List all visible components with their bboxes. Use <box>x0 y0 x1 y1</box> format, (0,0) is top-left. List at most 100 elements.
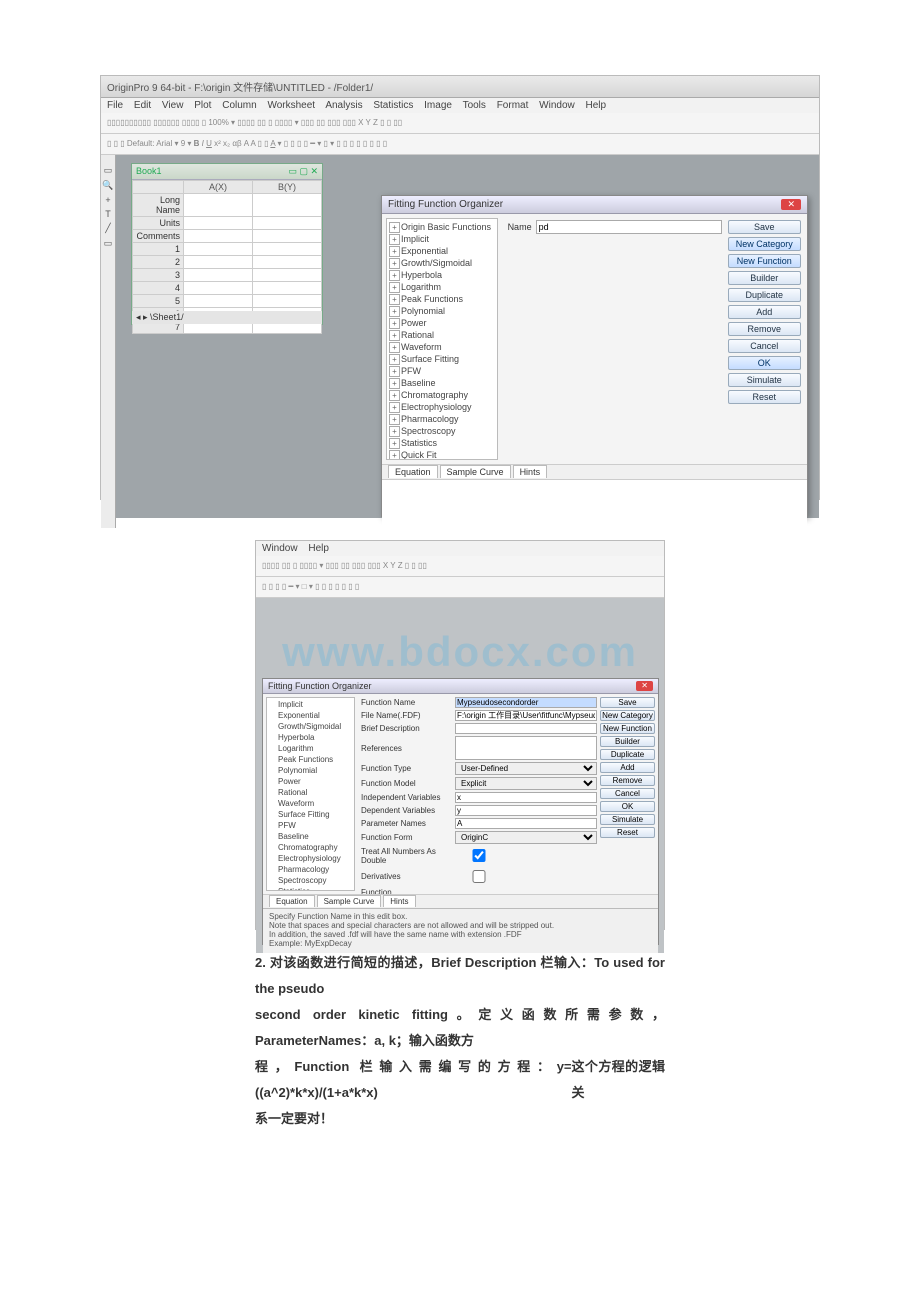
tab-equation[interactable]: Equation <box>388 465 438 478</box>
brief-desc-input[interactable] <box>455 723 597 734</box>
close-icon-2[interactable]: ✕ <box>636 681 653 691</box>
t2-waveform[interactable]: Waveform <box>268 798 353 809</box>
simulate-button-2[interactable]: Simulate <box>600 814 655 825</box>
duplicate-button[interactable]: Duplicate <box>728 288 801 302</box>
window-controls-icon[interactable]: ▭ ▢ ✕ <box>288 166 318 177</box>
tree-rational[interactable]: Rational <box>389 329 495 341</box>
tree-baseline[interactable]: Baseline <box>389 377 495 389</box>
menu-window-2[interactable]: Window <box>262 543 298 554</box>
tree-spectroscopy[interactable]: Spectroscopy <box>389 425 495 437</box>
tree-logarithm[interactable]: Logarithm <box>389 281 495 293</box>
rect-icon[interactable]: ▭ <box>104 238 113 249</box>
t2-logarithm[interactable]: Logarithm <box>268 743 353 754</box>
t2-statistics[interactable]: Statistics <box>268 886 353 891</box>
menu-help[interactable]: Help <box>586 100 607 111</box>
tree-exponential[interactable]: Exponential <box>389 245 495 257</box>
menu-tools[interactable]: Tools <box>463 100 486 111</box>
t2-rational[interactable]: Rational <box>268 787 353 798</box>
treat-double-checkbox[interactable] <box>459 849 499 862</box>
dep-vars-input[interactable] <box>455 805 597 816</box>
reset-button[interactable]: Reset <box>728 390 801 404</box>
category-tree-2[interactable]: Implicit Exponential Growth/Sigmoidal Hy… <box>266 697 355 891</box>
simulate-button[interactable]: Simulate <box>728 373 801 387</box>
menu-plot[interactable]: Plot <box>194 100 211 111</box>
new-function-button[interactable]: New Function <box>728 254 801 268</box>
t2-chromatography[interactable]: Chromatography <box>268 842 353 853</box>
menu-edit[interactable]: Edit <box>134 100 151 111</box>
sheet-tab[interactable]: Sheet1 <box>153 312 182 322</box>
indep-vars-input[interactable] <box>455 792 597 803</box>
cancel-button[interactable]: Cancel <box>728 339 801 353</box>
reset-button-2[interactable]: Reset <box>600 827 655 838</box>
remove-button-2[interactable]: Remove <box>600 775 655 786</box>
t2-hyperbola[interactable]: Hyperbola <box>268 732 353 743</box>
function-type-select[interactable]: User-Defined <box>455 762 597 775</box>
t2-pharmacology[interactable]: Pharmacology <box>268 864 353 875</box>
tab-sample-curve[interactable]: Sample Curve <box>440 465 511 478</box>
duplicate-button-2[interactable]: Duplicate <box>600 749 655 760</box>
name-input[interactable] <box>536 220 722 234</box>
tab-hints-2[interactable]: Hints <box>383 895 415 907</box>
t2-spectroscopy[interactable]: Spectroscopy <box>268 875 353 886</box>
fitting-function-organizer-dialog-2[interactable]: Fitting Function Organizer ✕ Implicit Ex… <box>262 678 659 945</box>
line-icon[interactable]: ╱ <box>105 223 110 234</box>
t2-power[interactable]: Power <box>268 776 353 787</box>
menu-column[interactable]: Column <box>222 100 256 111</box>
new-category-button-2[interactable]: New Category <box>600 710 655 721</box>
tree-pharmacology[interactable]: Pharmacology <box>389 413 495 425</box>
add-button[interactable]: Add <box>728 305 801 319</box>
text-icon[interactable]: T <box>105 209 111 219</box>
cancel-button-2[interactable]: Cancel <box>600 788 655 799</box>
t2-baseline[interactable]: Baseline <box>268 831 353 842</box>
references-input[interactable] <box>455 736 597 760</box>
zoom-icon[interactable]: 🔍 <box>102 180 113 191</box>
tree-surface[interactable]: Surface Fitting <box>389 353 495 365</box>
sheet-tabs[interactable]: ◂ ▸ \Sheet1/ <box>132 311 322 324</box>
t2-surface[interactable]: Surface Fitting <box>268 809 353 820</box>
pointer-icon[interactable]: ▭ <box>104 165 113 176</box>
col-b[interactable]: B(Y) <box>253 181 322 194</box>
menu-image[interactable]: Image <box>424 100 452 111</box>
menu-analysis[interactable]: Analysis <box>325 100 362 111</box>
function-form-select[interactable]: OriginC <box>455 831 597 844</box>
function-model-select[interactable]: Explicit <box>455 777 597 790</box>
t2-implicit[interactable]: Implicit <box>268 699 353 710</box>
tab-equation-2[interactable]: Equation <box>269 895 315 907</box>
save-button-2[interactable]: Save <box>600 697 655 708</box>
new-category-button[interactable]: New Category <box>728 237 801 251</box>
t2-peak[interactable]: Peak Functions <box>268 754 353 765</box>
menu-statistics[interactable]: Statistics <box>373 100 413 111</box>
tree-hyperbola[interactable]: Hyperbola <box>389 269 495 281</box>
t2-exponential[interactable]: Exponential <box>268 710 353 721</box>
tree-waveform[interactable]: Waveform <box>389 341 495 353</box>
save-button[interactable]: Save <box>728 220 801 234</box>
file-name-input[interactable] <box>455 710 597 721</box>
ok-button[interactable]: OK <box>728 356 801 370</box>
tree-chromatography[interactable]: Chromatography <box>389 389 495 401</box>
menu-window[interactable]: Window <box>539 100 575 111</box>
builder-button[interactable]: Builder <box>728 271 801 285</box>
col-a[interactable]: A(X) <box>184 181 253 194</box>
category-tree[interactable]: Origin Basic Functions Implicit Exponent… <box>386 218 498 460</box>
fitting-function-organizer-dialog[interactable]: Fitting Function Organizer✕ Origin Basic… <box>381 195 808 517</box>
tree-quickfit[interactable]: Quick Fit <box>389 449 495 460</box>
t2-pfw[interactable]: PFW <box>268 820 353 831</box>
add-button-2[interactable]: Add <box>600 762 655 773</box>
ok-button-2[interactable]: OK <box>600 801 655 812</box>
tree-origin-basic[interactable]: Origin Basic Functions <box>389 221 495 233</box>
tree-growth[interactable]: Growth/Sigmoidal <box>389 257 495 269</box>
menu-file[interactable]: File <box>107 100 123 111</box>
function-name-input[interactable] <box>455 697 597 708</box>
tree-peak[interactable]: Peak Functions <box>389 293 495 305</box>
tree-electrophysiology[interactable]: Electrophysiology <box>389 401 495 413</box>
menu-view[interactable]: View <box>162 100 184 111</box>
param-names-input[interactable] <box>455 818 597 829</box>
close-icon[interactable]: ✕ <box>781 199 801 210</box>
tree-statistics[interactable]: Statistics <box>389 437 495 449</box>
menu-worksheet[interactable]: Worksheet <box>267 100 315 111</box>
remove-button[interactable]: Remove <box>728 322 801 336</box>
t2-polynomial[interactable]: Polynomial <box>268 765 353 776</box>
tree-implicit[interactable]: Implicit <box>389 233 495 245</box>
tree-power[interactable]: Power <box>389 317 495 329</box>
tab-hints[interactable]: Hints <box>513 465 548 478</box>
